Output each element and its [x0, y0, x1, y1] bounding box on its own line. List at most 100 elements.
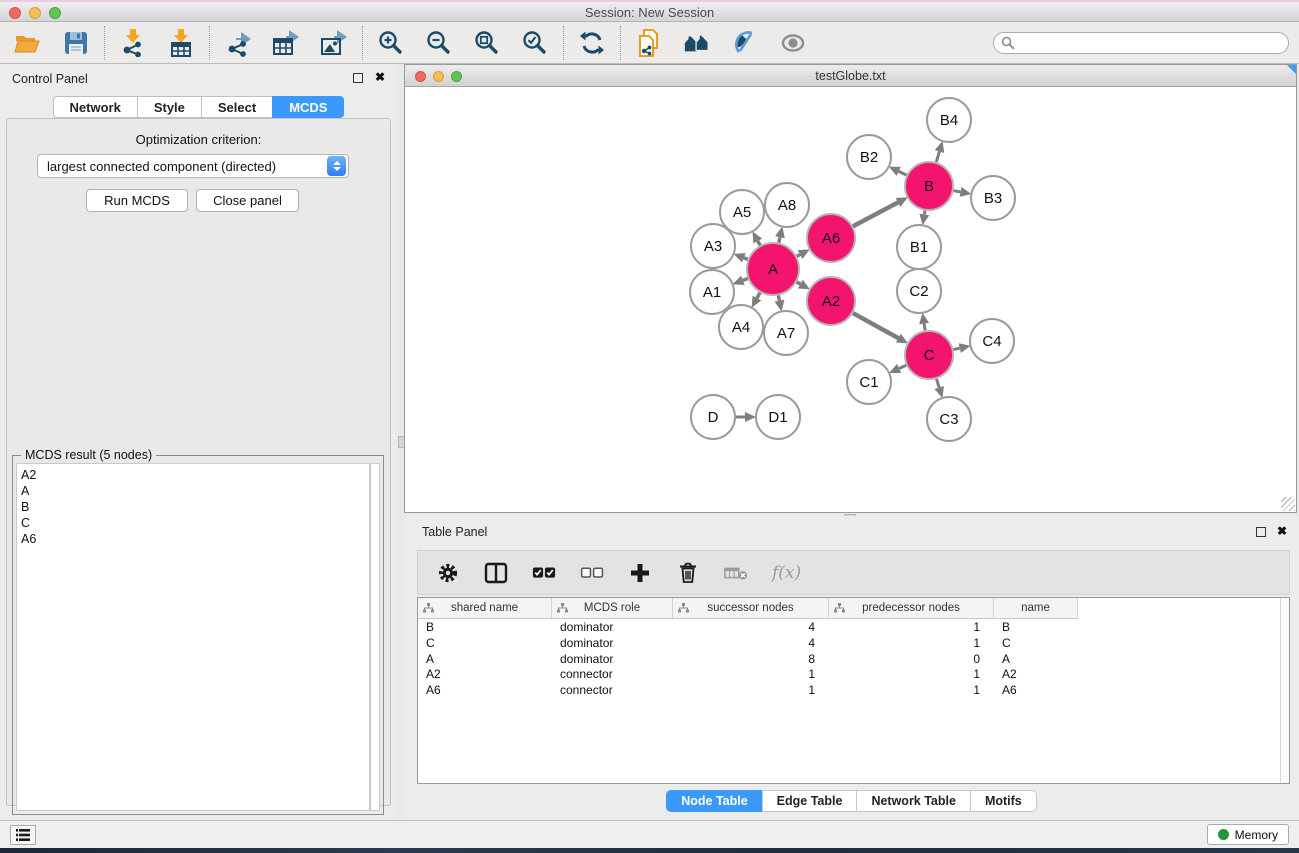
export-image-icon[interactable] — [320, 29, 348, 57]
edge-C-C3[interactable] — [936, 379, 939, 388]
table-cell[interactable]: connector — [552, 682, 673, 698]
tab-select[interactable]: Select — [201, 96, 272, 118]
edge-A-A8[interactable] — [779, 237, 780, 242]
graph-node-C3[interactable]: C3 — [927, 397, 971, 441]
graph-node-C2[interactable]: C2 — [897, 269, 941, 313]
close-panel-button[interactable]: Close panel — [196, 189, 299, 212]
mcds-result-scrollbar[interactable] — [370, 463, 380, 811]
network-window-titlebar[interactable]: testGlobe.txt — [405, 65, 1296, 87]
graph-node-C[interactable]: C — [905, 331, 953, 379]
zoom-selected-icon[interactable] — [521, 29, 549, 57]
tab-motifs[interactable]: Motifs — [970, 790, 1037, 812]
edge-A-A2[interactable] — [797, 282, 801, 284]
edge-A-A7[interactable] — [778, 295, 779, 300]
graph-node-A1[interactable]: A1 — [690, 270, 734, 314]
deselect-all-icon[interactable] — [580, 561, 604, 585]
column-header-shared-name[interactable]: shared name — [418, 598, 552, 619]
edge-A2-C[interactable] — [853, 313, 898, 338]
open-file-icon[interactable] — [14, 29, 42, 57]
table-cell[interactable]: 1 — [829, 619, 994, 635]
graph-node-B3[interactable]: B3 — [971, 176, 1015, 220]
export-network-icon[interactable] — [224, 29, 252, 57]
birds-eye-view-icon[interactable] — [779, 29, 807, 57]
tab-edge-table[interactable]: Edge Table — [762, 790, 857, 812]
mcds-result-item[interactable]: A — [21, 483, 369, 499]
graph-node-A5[interactable]: A5 — [720, 190, 764, 234]
close-panel-icon[interactable]: ✖ — [375, 70, 385, 84]
edge-B-B1[interactable] — [924, 211, 925, 215]
add-column-icon[interactable] — [628, 561, 652, 585]
network-canvas[interactable]: B4B2BB3A8A5A6A3B1AA1C2A2A4A7C4CC1C3DD1 — [406, 87, 1295, 511]
float-panel-icon[interactable] — [353, 73, 363, 83]
graph-node-A4[interactable]: A4 — [719, 305, 763, 349]
table-cell[interactable]: 1 — [829, 635, 994, 651]
export-table-icon[interactable] — [272, 29, 300, 57]
edge-A-A5[interactable] — [758, 241, 760, 245]
table-cell[interactable]: dominator — [552, 635, 673, 651]
edge-B-B3[interactable] — [954, 191, 961, 192]
function-builder-icon[interactable]: f(x) — [772, 563, 801, 583]
column-header-successor-nodes[interactable]: successor nodes — [673, 598, 829, 619]
table-cell[interactable]: dominator — [552, 651, 673, 667]
table-cell[interactable]: 4 — [673, 619, 829, 635]
graph-node-D[interactable]: D — [691, 395, 735, 439]
edge-B-B2[interactable] — [899, 171, 907, 175]
graph-node-A6[interactable]: A6 — [807, 214, 855, 262]
tab-style[interactable]: Style — [137, 96, 201, 118]
search-input[interactable] — [993, 32, 1289, 54]
tab-network[interactable]: Network — [53, 96, 137, 118]
tab-network-table[interactable]: Network Table — [856, 790, 970, 812]
cybrowser-home-icon[interactable] — [683, 29, 711, 57]
table-cell[interactable]: 8 — [673, 651, 829, 667]
graph-node-B[interactable]: B — [905, 162, 953, 210]
table-cell[interactable]: 1 — [673, 666, 829, 682]
column-header-MCDS-role[interactable]: MCDS role — [552, 598, 673, 619]
delete-table-icon[interactable] — [724, 561, 748, 585]
table-cell[interactable]: B — [994, 619, 1078, 635]
edge-A-A3[interactable] — [744, 258, 748, 260]
mcds-result-item[interactable]: A6 — [21, 531, 369, 547]
column-header-predecessor-nodes[interactable]: predecessor nodes — [829, 598, 994, 619]
table-cell[interactable]: A — [994, 651, 1078, 667]
zoom-in-icon[interactable] — [377, 29, 405, 57]
edge-A-A6[interactable] — [797, 254, 800, 256]
import-network-icon[interactable] — [119, 29, 147, 57]
mcds-result-item[interactable]: B — [21, 499, 369, 515]
close-panel-icon[interactable]: ✖ — [1277, 524, 1287, 538]
float-panel-icon[interactable] — [1256, 527, 1266, 537]
graph-node-A8[interactable]: A8 — [765, 183, 809, 227]
table-cell[interactable]: 0 — [829, 651, 994, 667]
table-cell[interactable]: A2 — [418, 666, 552, 682]
table-cell[interactable]: A2 — [994, 666, 1078, 682]
table-cell[interactable]: A6 — [994, 682, 1078, 698]
table-cell[interactable]: C — [418, 635, 552, 651]
window-resize-grip[interactable] — [1281, 497, 1295, 511]
new-network-from-selection-icon[interactable] — [635, 29, 663, 57]
graph-node-A7[interactable]: A7 — [764, 311, 808, 355]
graph-node-A2[interactable]: A2 — [807, 277, 855, 325]
graph-node-B4[interactable]: B4 — [927, 98, 971, 142]
table-row[interactable]: Cdominator41C — [418, 635, 1289, 651]
memory-button[interactable]: Memory — [1207, 824, 1289, 845]
save-session-icon[interactable] — [62, 29, 90, 57]
run-mcds-button[interactable]: Run MCDS — [86, 189, 188, 212]
edge-A-A4[interactable] — [757, 293, 760, 298]
task-history-button[interactable] — [10, 825, 36, 845]
mcds-result-item[interactable]: A2 — [21, 467, 369, 483]
delete-column-icon[interactable] — [676, 561, 700, 585]
hide-graphics-details-icon[interactable] — [731, 29, 759, 57]
table-cell[interactable]: dominator — [552, 619, 673, 635]
zoom-out-icon[interactable] — [425, 29, 453, 57]
edge-A-A1[interactable] — [743, 279, 748, 281]
edge-C-C4[interactable] — [953, 348, 959, 349]
import-table-icon[interactable] — [167, 29, 195, 57]
edge-A6-B[interactable] — [853, 202, 898, 226]
split-view-icon[interactable] — [484, 561, 508, 585]
graph-node-B1[interactable]: B1 — [897, 225, 941, 269]
graph-node-A[interactable]: A — [747, 243, 799, 295]
graph-node-C1[interactable]: C1 — [847, 360, 891, 404]
table-cell[interactable]: 4 — [673, 635, 829, 651]
zoom-fit-icon[interactable] — [473, 29, 501, 57]
tab-node-table[interactable]: Node Table — [666, 790, 761, 812]
edge-B-B4[interactable] — [936, 152, 939, 162]
